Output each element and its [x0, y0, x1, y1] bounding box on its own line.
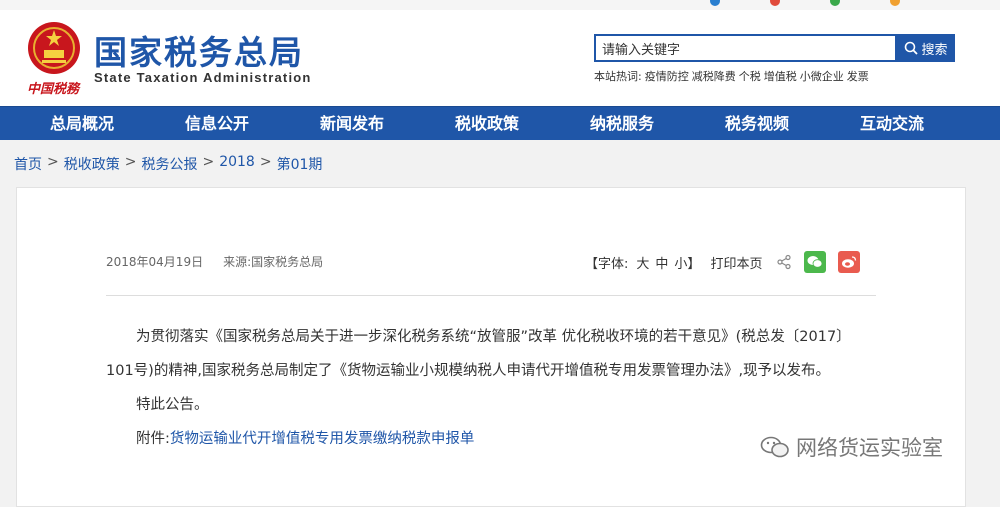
hot-term[interactable]: 增值税 — [764, 68, 797, 84]
attachment-label: 附件: — [136, 431, 170, 447]
wechat-icon — [807, 256, 823, 268]
hot-term[interactable]: 减税降费 — [692, 68, 736, 84]
wechat-share-button[interactable] — [804, 251, 827, 273]
font-medium-button[interactable]: 中 — [655, 253, 668, 272]
search-button-label: 搜索 — [921, 42, 948, 58]
nav-item-tax-policy[interactable]: 税收政策 — [427, 107, 547, 141]
hot-term[interactable]: 个税 — [739, 68, 761, 84]
national-emblem-icon[interactable] — [26, 20, 82, 76]
hot-term[interactable]: 小微企业 — [800, 68, 844, 84]
hot-term[interactable]: 发票 — [847, 68, 869, 84]
watermark: 网络货运实验室 — [760, 432, 943, 462]
site-logo-text[interactable]: 国家税务总局 — [94, 26, 304, 74]
attachment-link[interactable]: 货物运输业代开增值税专用发票缴纳税款申报单 — [170, 431, 475, 447]
breadcrumb-bulletin[interactable]: 税务公报 — [141, 154, 197, 174]
search-icon — [905, 41, 919, 55]
hot-terms-label: 本站热词: — [594, 70, 642, 83]
blue-dot-icon[interactable] — [710, 0, 720, 6]
font-small-button[interactable]: 小】 — [674, 253, 700, 272]
breadcrumb-home[interactable]: 首页 — [14, 154, 42, 174]
nav-item-disclosure[interactable]: 信息公开 — [157, 107, 277, 141]
breadcrumb-issue[interactable]: 第01期 — [277, 154, 323, 174]
hot-term[interactable]: 疫情防控 — [645, 68, 689, 84]
nav-item-video[interactable]: 税务视频 — [697, 107, 817, 141]
watermark-text: 网络货运实验室 — [796, 436, 943, 460]
red-dot-icon[interactable] — [770, 0, 780, 6]
article-source: 来源:国家税务总局 — [223, 255, 324, 269]
print-button[interactable]: 打印本页 — [710, 253, 762, 272]
breadcrumb-year[interactable]: 2018 — [219, 154, 255, 174]
weibo-icon — [842, 256, 857, 268]
nav-item-overview[interactable]: 总局概况 — [22, 107, 142, 141]
site-logo-english: State Taxation Administration — [94, 70, 312, 85]
main-nav: 总局概况 信息公开 新闻发布 税收政策 纳税服务 税务视频 互动交流 — [0, 106, 1000, 140]
font-large-button[interactable]: 大 — [636, 253, 649, 272]
breadcrumb-separator: > — [259, 154, 272, 170]
nav-item-news[interactable]: 新闻发布 — [292, 107, 412, 141]
breadcrumb-tax-policy[interactable]: 税收政策 — [64, 154, 120, 174]
wechat-logo-icon — [760, 436, 789, 458]
top-strip — [0, 0, 1000, 10]
search-button[interactable]: 搜索 — [897, 34, 955, 62]
article-paragraph: 为贯彻落实《国家税务总局关于进一步深化税务系统“放管服”改革 优化税收环境的若干… — [106, 329, 851, 379]
breadcrumb-separator: > — [47, 154, 59, 170]
top-links — [710, 0, 900, 6]
nav-item-interaction[interactable]: 互动交流 — [832, 107, 952, 141]
divider — [106, 295, 876, 296]
share-icon[interactable] — [776, 254, 792, 270]
orange-dot-icon[interactable] — [890, 0, 900, 6]
hot-terms: 本站热词: 疫情防控 减税降费 个税 增值税 小微企业 发票 — [594, 68, 869, 84]
green-dot-icon[interactable] — [830, 0, 840, 6]
article-tools: 【字体: 大 中 小】 打印本页 — [585, 251, 861, 273]
article-date: 2018年04月19日 — [106, 255, 204, 269]
search-input[interactable] — [594, 34, 897, 62]
emblem-caption: 中国税務 — [27, 82, 80, 97]
site-header: 中国税務 国家税务总局 State Taxation Administratio… — [0, 10, 1000, 106]
weibo-share-button[interactable] — [838, 251, 861, 273]
font-size-label: 【字体: — [585, 256, 629, 272]
breadcrumb: 首页 > 税收政策 > 税务公报 > 2018 > 第01期 — [14, 154, 322, 174]
breadcrumb-separator: > — [124, 154, 137, 170]
article-paragraph: 特此公告。 — [136, 397, 209, 413]
article-meta: 2018年04月19日 来源:国家税务总局 — [106, 253, 323, 270]
nav-item-taxpayer-service[interactable]: 纳税服务 — [562, 107, 682, 141]
breadcrumb-separator: > — [202, 154, 215, 170]
